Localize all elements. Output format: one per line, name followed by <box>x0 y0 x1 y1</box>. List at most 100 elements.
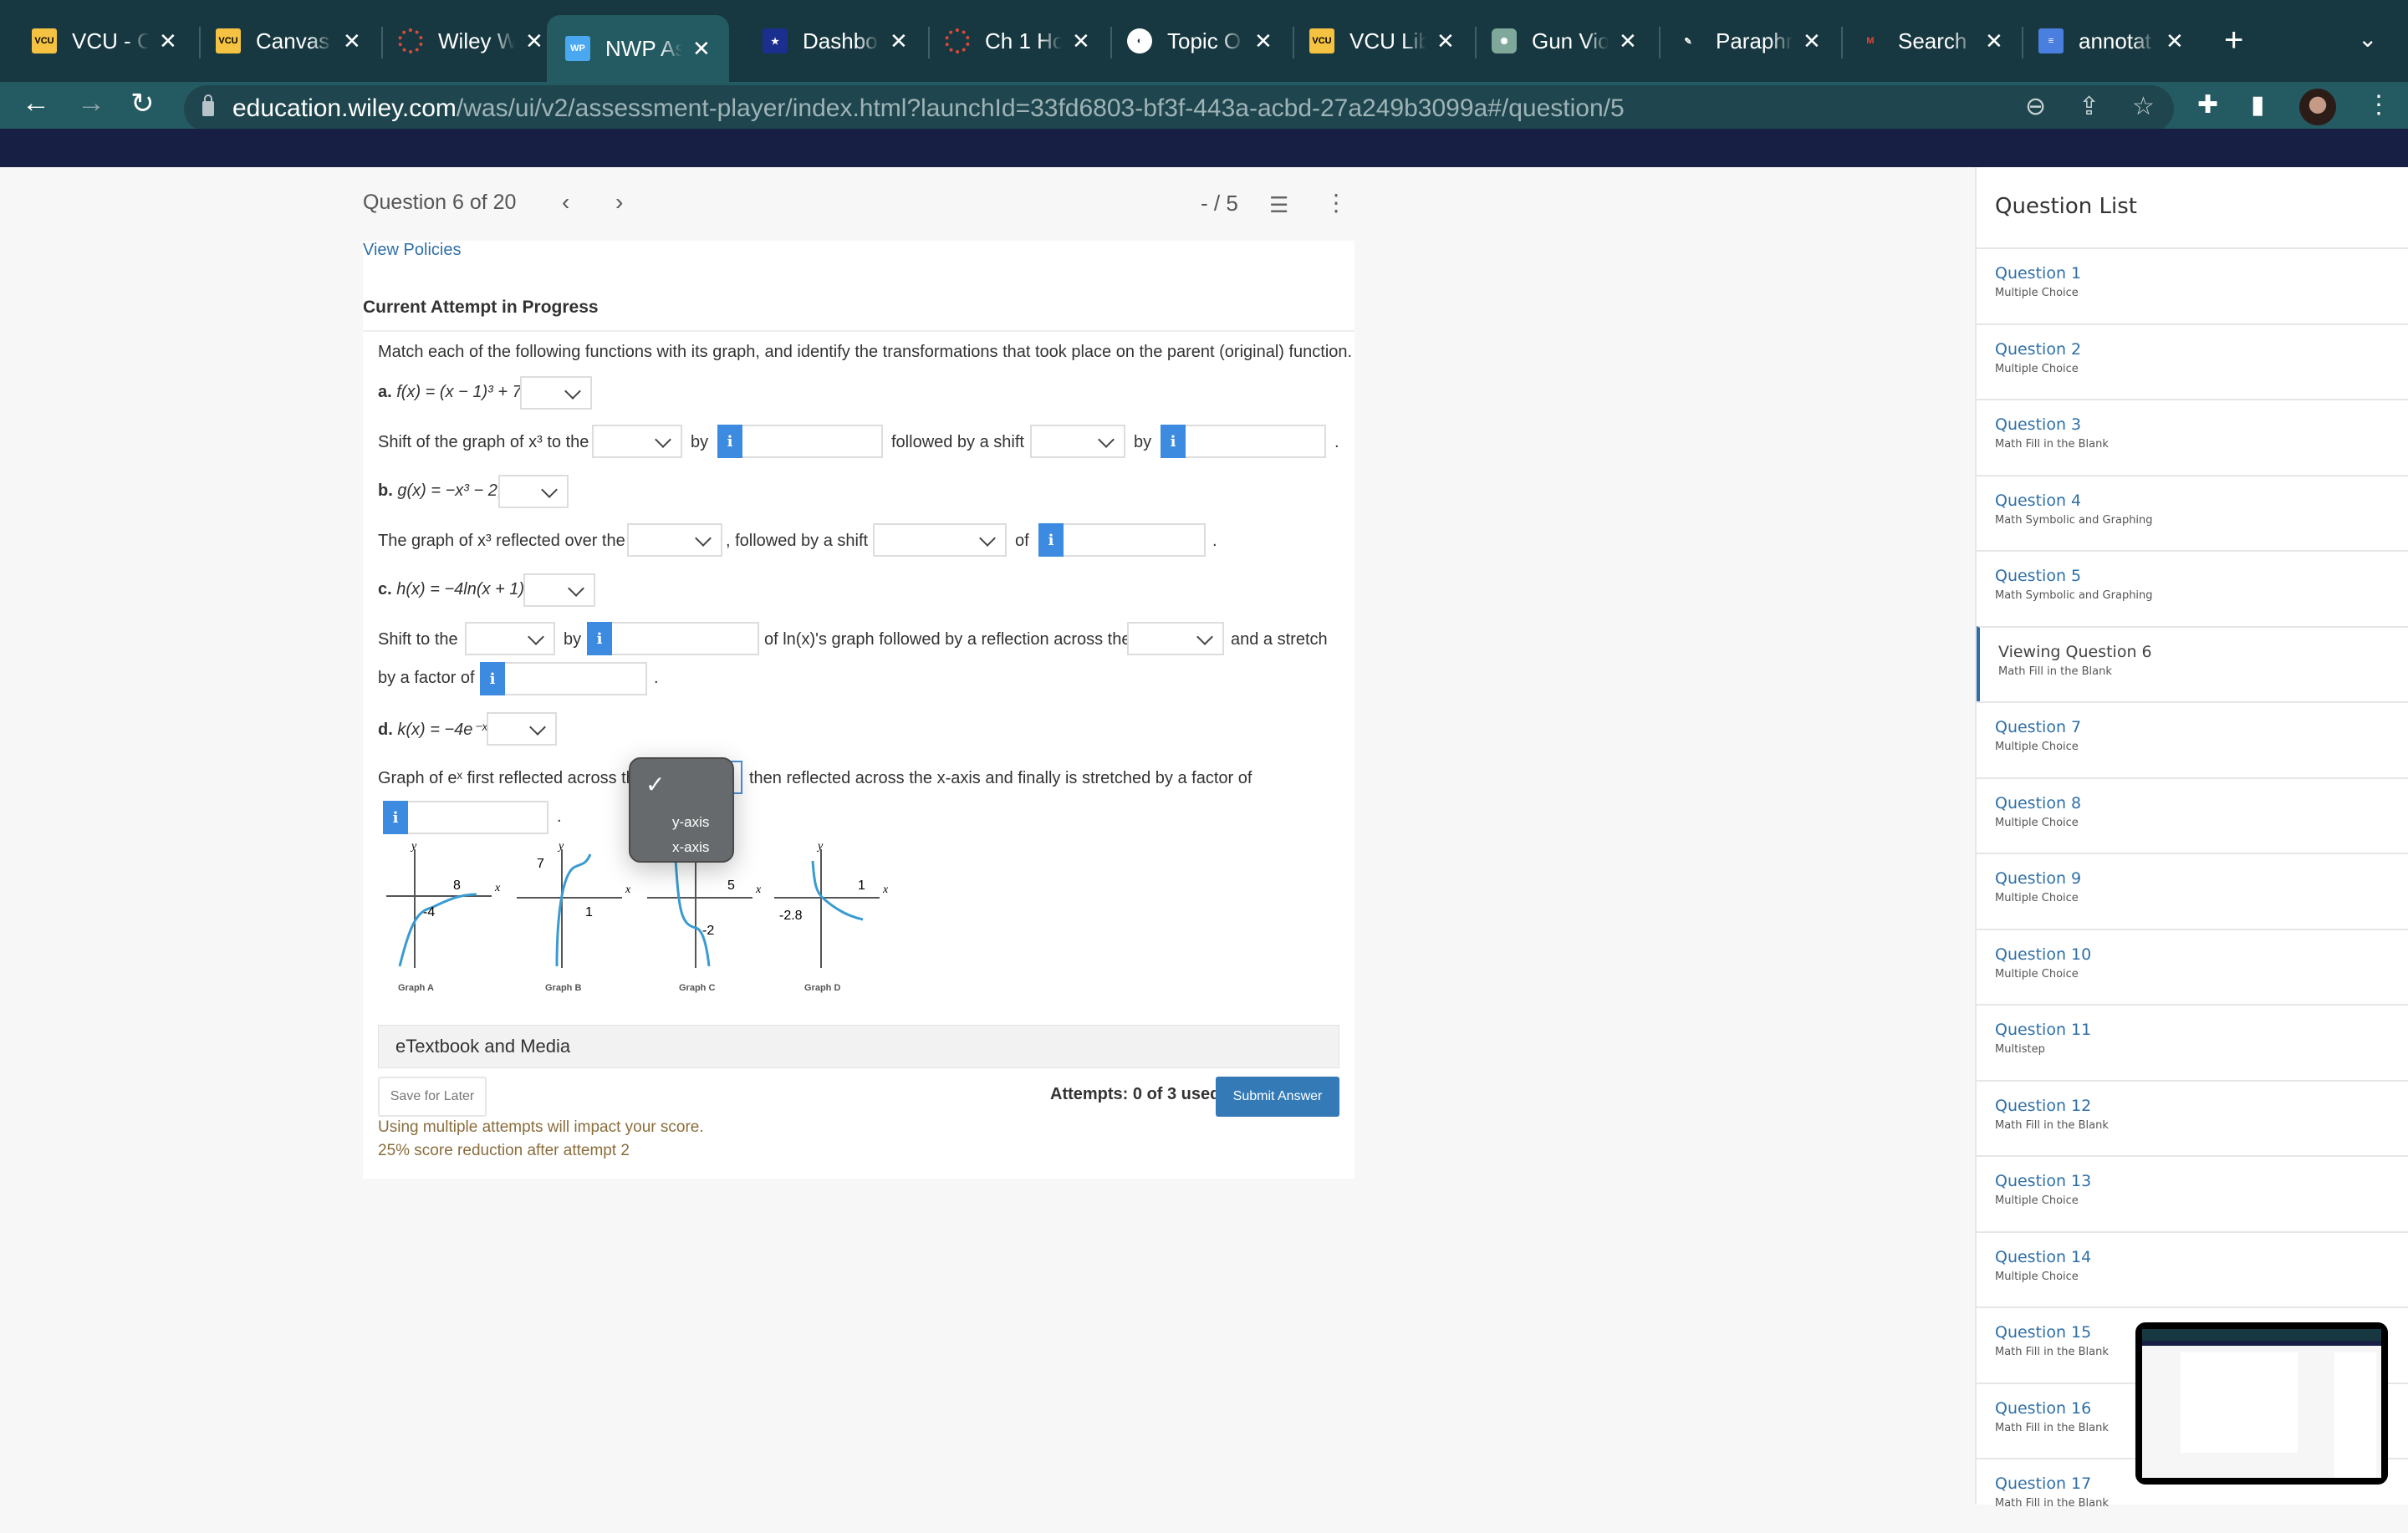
part-a-direction-select-2[interactable] <box>1030 425 1125 458</box>
tick-label: 5 <box>727 879 735 893</box>
browser-tab[interactable]: ✎ Paraphr ✕ <box>1676 15 1821 67</box>
close-tab-icon[interactable]: ✕ <box>1072 28 1090 54</box>
info-icon[interactable]: i <box>587 622 612 655</box>
screenshot-preview-thumbnail[interactable] <box>2135 1322 2388 1485</box>
text-field[interactable] <box>1186 425 1326 458</box>
part-a-amount-input-1[interactable]: i <box>717 425 883 458</box>
text-field[interactable] <box>505 662 647 695</box>
browser-tab[interactable]: WP NWP As ✕ <box>547 15 729 82</box>
close-tab-icon[interactable]: ✕ <box>1985 28 2003 54</box>
question-list-item[interactable]: Question 12 Math Fill in the Blank <box>1977 1079 2408 1155</box>
lock-icon[interactable] <box>202 94 214 116</box>
share-icon[interactable]: ⇪ <box>2079 92 2099 121</box>
part-b-axis-select[interactable] <box>627 523 722 557</box>
part-c-graph-select[interactable] <box>523 573 595 607</box>
text-field[interactable] <box>1064 523 1206 557</box>
browser-tab[interactable]: VCU VCU - C ✕ <box>32 15 177 67</box>
part-b-text-1: The graph of x³ reflected over the <box>378 532 625 550</box>
close-tab-icon[interactable]: ✕ <box>525 28 543 54</box>
text-field[interactable] <box>742 425 883 458</box>
question-type: Math Fill in the Blank <box>1995 1497 2109 1510</box>
next-question-chevron-icon[interactable]: › <box>615 189 623 216</box>
part-b-graph-select[interactable] <box>498 475 569 508</box>
browser-tab[interactable]: VCU Canvas ✕ <box>216 15 361 67</box>
question-list-item[interactable]: Question 3 Math Fill in the Blank <box>1977 399 2408 474</box>
question-list-item[interactable]: Question 10 Multiple Choice <box>1977 928 2408 1004</box>
dropdown-option-x-axis[interactable]: x-axis <box>672 839 709 856</box>
browser-tab[interactable]: ✺ Gun Vio ✕ <box>1492 15 1637 67</box>
extensions-puzzle-icon[interactable]: ✚ <box>2197 90 2218 120</box>
browser-tab[interactable]: ≡ annotat ✕ <box>2038 15 2184 67</box>
part-c-direction-select[interactable] <box>465 622 555 655</box>
part-a-direction-select-1[interactable] <box>592 425 682 458</box>
question-list-item[interactable]: Question 7 Multiple Choice <box>1977 701 2408 777</box>
close-tab-icon[interactable]: ✕ <box>343 28 361 54</box>
close-tab-icon[interactable]: ✕ <box>1254 28 1273 54</box>
info-icon[interactable]: i <box>480 662 505 695</box>
browser-tab[interactable]: VCU VCU Lib ✕ <box>1309 15 1455 67</box>
new-tab-button[interactable]: + <box>2224 22 2243 59</box>
close-tab-icon[interactable]: ✕ <box>1619 28 1637 54</box>
info-icon[interactable]: i <box>383 801 408 834</box>
part-c-shift-input[interactable]: i <box>587 622 759 655</box>
reload-icon[interactable]: ↻ <box>130 87 155 120</box>
question-list-item[interactable]: Question 4 Math Symbolic and Graphing <box>1977 474 2408 550</box>
part-b-direction-select[interactable] <box>873 523 1007 557</box>
part-a-graph-select[interactable] <box>520 376 592 410</box>
text-field[interactable] <box>612 622 759 655</box>
part-c-text-2: by <box>564 630 582 649</box>
browser-tab[interactable]: Wiley W ✕ <box>398 15 543 67</box>
tab-title: Ch 1 Ho <box>985 28 1062 53</box>
profile-avatar[interactable] <box>2299 89 2336 125</box>
info-icon[interactable]: i <box>1038 523 1064 557</box>
question-list-item[interactable]: Question 8 Multiple Choice <box>1977 777 2408 853</box>
browser-tab[interactable]: ★ Dashbo ✕ <box>763 15 908 67</box>
close-tab-icon[interactable]: ✕ <box>1803 28 1821 54</box>
part-a-amount-input-2[interactable]: i <box>1161 425 1326 458</box>
part-d-graph-select[interactable] <box>487 712 557 746</box>
previous-question-chevron-icon[interactable]: ‹ <box>562 189 569 216</box>
info-icon[interactable]: i <box>1161 425 1186 458</box>
back-arrow-icon[interactable]: ← <box>22 87 50 120</box>
close-tab-icon[interactable]: ✕ <box>2166 28 2184 54</box>
bookmark-star-icon[interactable]: ☆ <box>2132 92 2155 121</box>
browser-menu-icon[interactable]: ⋮ <box>2366 90 2391 120</box>
more-options-icon[interactable]: ⋮ <box>1324 189 1348 216</box>
question-list-item[interactable]: Question 14 Multiple Choice <box>1977 1230 2408 1306</box>
submit-answer-button[interactable]: Submit Answer <box>1216 1077 1339 1117</box>
question-list-item[interactable]: Question 2 Multiple Choice <box>1977 323 2408 399</box>
close-tab-icon[interactable]: ✕ <box>890 28 908 54</box>
question-list-item-current[interactable]: Viewing Question 6 Math Fill in the Blank <box>1977 625 2408 701</box>
tick-label: -4 <box>423 905 435 919</box>
forward-arrow-icon[interactable]: → <box>77 87 105 120</box>
view-policies-link[interactable]: View Policies <box>363 241 461 260</box>
question-list-item[interactable]: Question 5 Math Symbolic and Graphing <box>1977 550 2408 625</box>
info-icon[interactable]: i <box>717 425 742 458</box>
etextbook-media-panel[interactable]: eTextbook and Media <box>378 1025 1339 1068</box>
part-b-amount-input[interactable]: i <box>1038 523 1206 557</box>
save-for-later-button[interactable]: Save for Later <box>378 1077 487 1117</box>
part-c-stretch-input[interactable]: i <box>480 662 647 695</box>
close-tab-icon[interactable]: ✕ <box>1436 28 1455 54</box>
part-d-stretch-input[interactable]: i <box>383 801 548 834</box>
url-text[interactable]: education.wiley.com/was/ui/v2/assessment… <box>232 94 1625 123</box>
side-panel-icon[interactable]: ▮ <box>2251 90 2265 120</box>
close-tab-icon[interactable]: ✕ <box>692 36 711 62</box>
question-list-icon[interactable]: ☰ <box>1269 192 1288 218</box>
text-field[interactable] <box>408 801 548 834</box>
address-bar[interactable]: education.wiley.com/was/ui/v2/assessment… <box>184 85 2174 132</box>
tab-title: Paraphr <box>1716 28 1793 53</box>
tab-search-chevron-icon[interactable]: ⌄ <box>2358 25 2377 53</box>
question-list-item[interactable]: Question 11 Multistep <box>1977 1004 2408 1079</box>
dropdown-option-y-axis[interactable]: y-axis <box>672 814 709 831</box>
close-tab-icon[interactable]: ✕ <box>159 28 177 54</box>
zoom-out-icon[interactable]: ⊖ <box>2025 92 2046 121</box>
period: . <box>1212 532 1217 550</box>
question-list-item[interactable]: Question 1 Multiple Choice <box>1977 247 2408 323</box>
part-c-axis-select[interactable] <box>1127 622 1224 655</box>
browser-tab[interactable]: M Search ✕ <box>1858 15 2003 67</box>
question-list-item[interactable]: Question 13 Multiple Choice <box>1977 1155 2408 1230</box>
browser-tab[interactable]: Ch 1 Ho ✕ <box>945 15 1090 67</box>
browser-tab[interactable]: ◐ Topic O ✕ <box>1127 15 1273 67</box>
question-list-item[interactable]: Question 9 Multiple Choice <box>1977 853 2408 928</box>
